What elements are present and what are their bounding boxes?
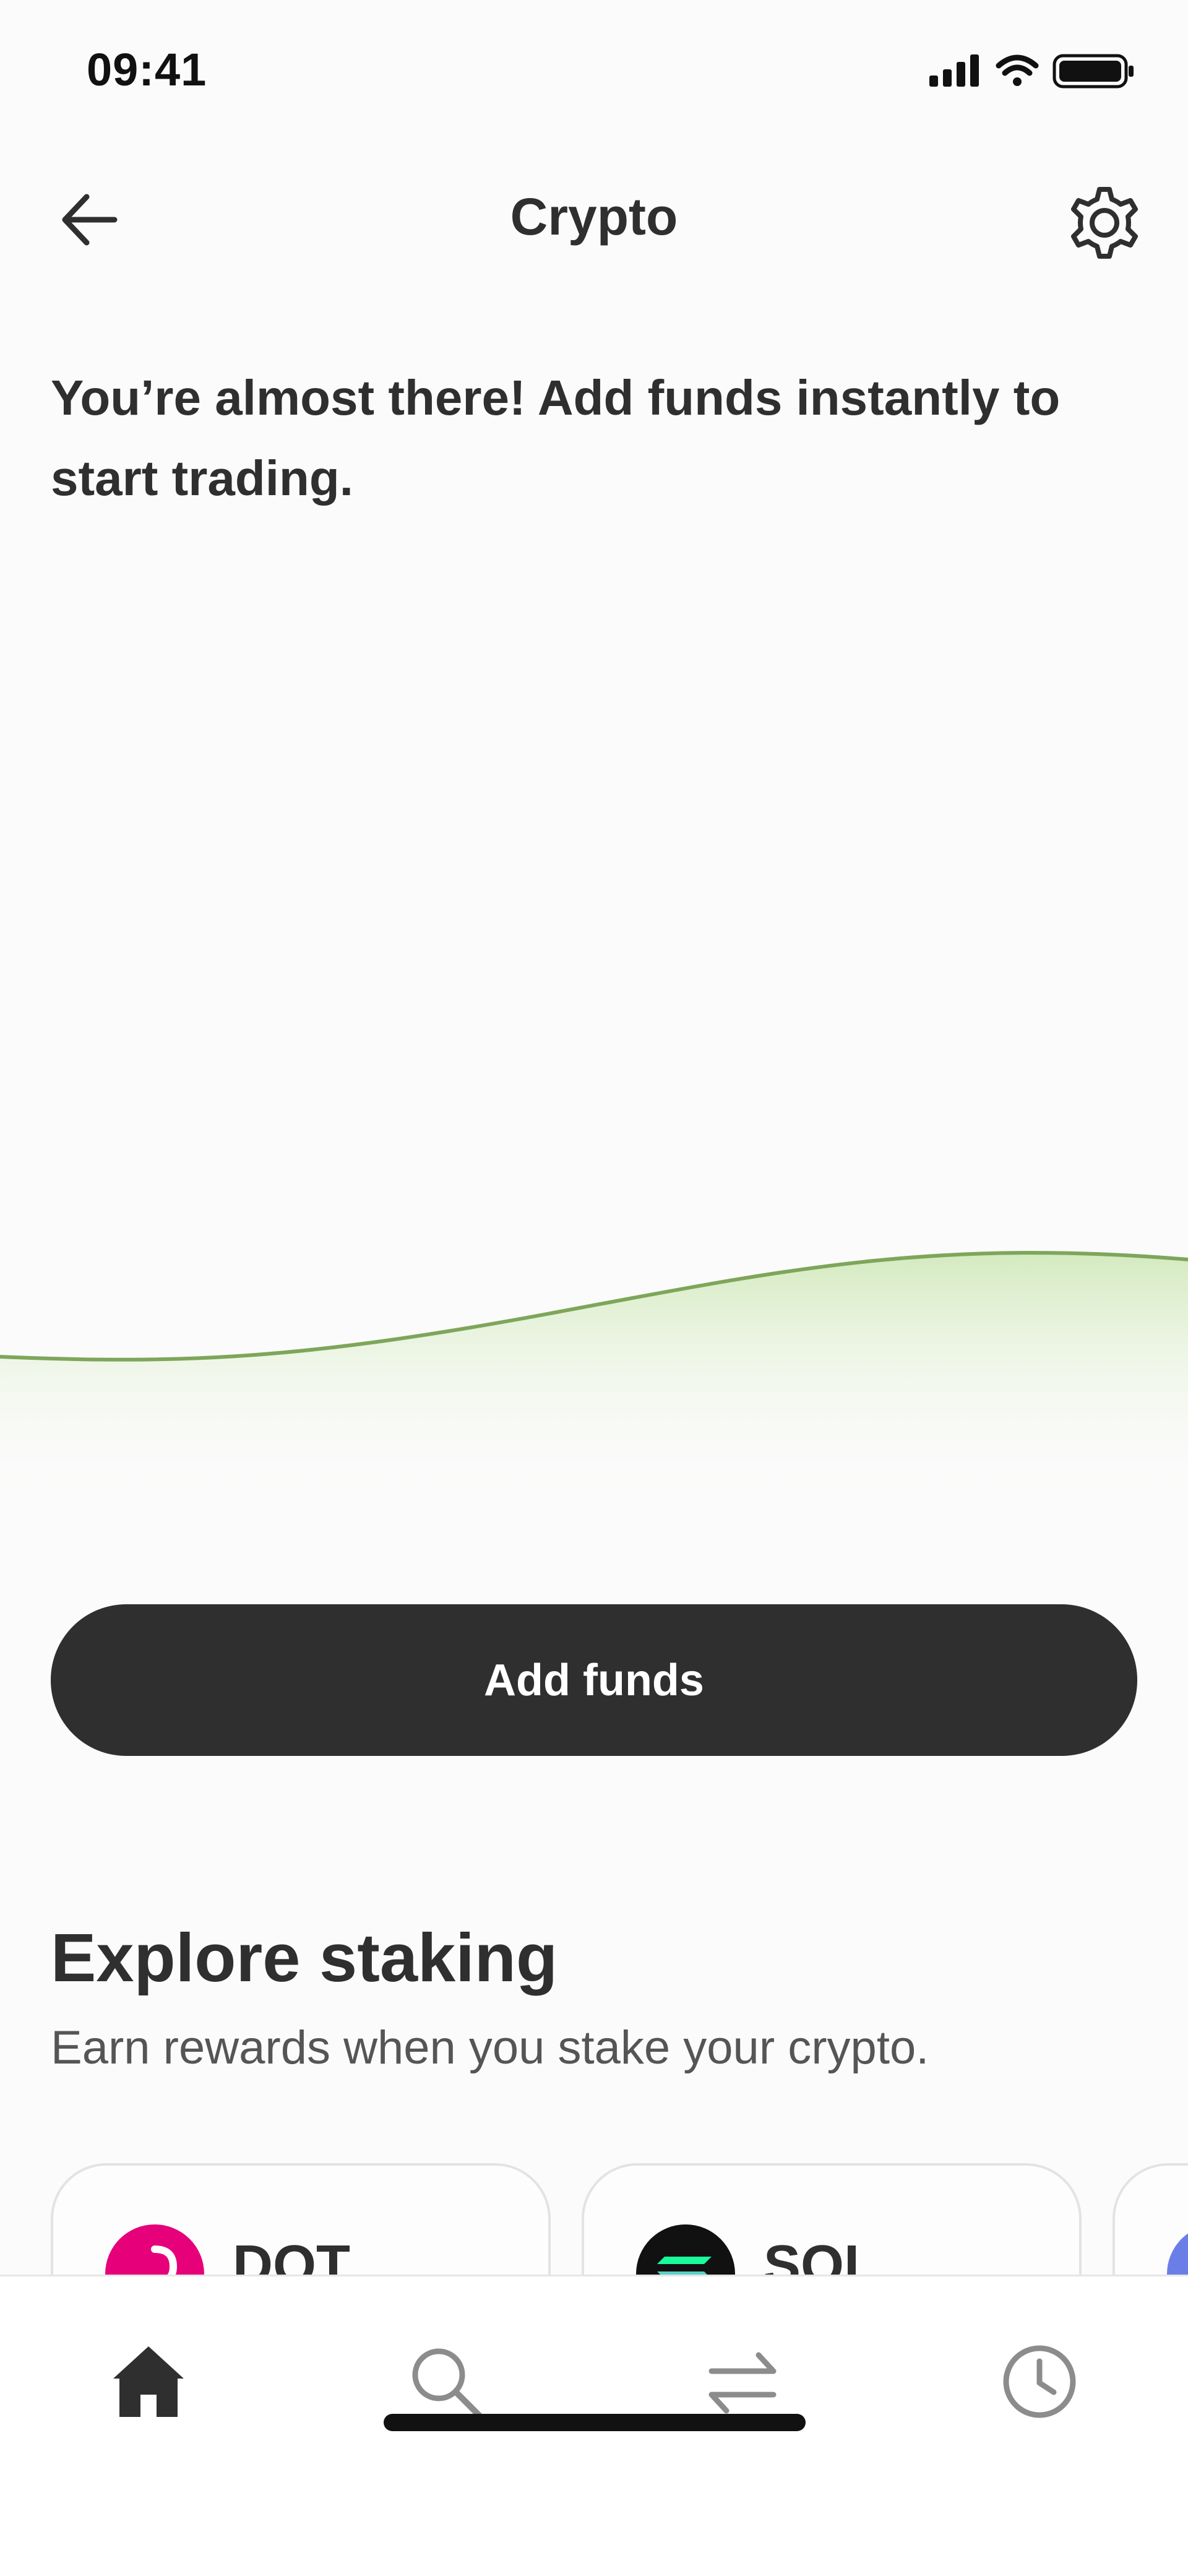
coin-logo-icon [1167, 2224, 1188, 2275]
battery-icon [1052, 54, 1134, 89]
wifi-icon [996, 54, 1039, 86]
balance-chart [0, 1225, 1188, 1510]
add-funds-button[interactable]: Add funds [51, 1604, 1137, 1756]
cellular-signal-icon [929, 54, 979, 87]
home-icon [113, 2346, 184, 2417]
search-icon [412, 2348, 483, 2419]
gear-icon [1071, 187, 1138, 259]
polkadot-logo-icon [105, 2224, 204, 2275]
staking-heading: Explore staking [51, 1920, 558, 1996]
tab-home[interactable] [87, 2332, 210, 2431]
chart-area-fill [0, 1253, 1188, 1510]
clock-icon [1003, 2345, 1076, 2418]
tab-history[interactable] [978, 2332, 1101, 2431]
staking-card-sol[interactable]: SOL [582, 2163, 1082, 2275]
home-indicator [384, 2414, 806, 2431]
intro-message: You’re almost there! Add funds instantly… [51, 370, 1061, 506]
staking-subtitle: Earn rewards when you stake your crypto. [51, 2021, 929, 2074]
solana-logo-icon [636, 2224, 735, 2275]
transfer-arrows-icon [708, 2352, 777, 2414]
staking-cards: DOT SOL [0, 2163, 1188, 2275]
status-time: 09:41 [87, 44, 207, 95]
settings-button[interactable] [1058, 176, 1151, 269]
page-title: Crypto [510, 188, 678, 246]
status-icons [929, 52, 1140, 89]
card-symbol: DOT [233, 2234, 350, 2275]
top-navigation: Crypto [0, 155, 1188, 272]
status-bar: 09:41 [0, 0, 1188, 142]
staking-card-dot[interactable]: DOT [51, 2163, 551, 2275]
staking-card-partial[interactable] [1113, 2163, 1188, 2275]
card-symbol: SOL [764, 2234, 879, 2275]
